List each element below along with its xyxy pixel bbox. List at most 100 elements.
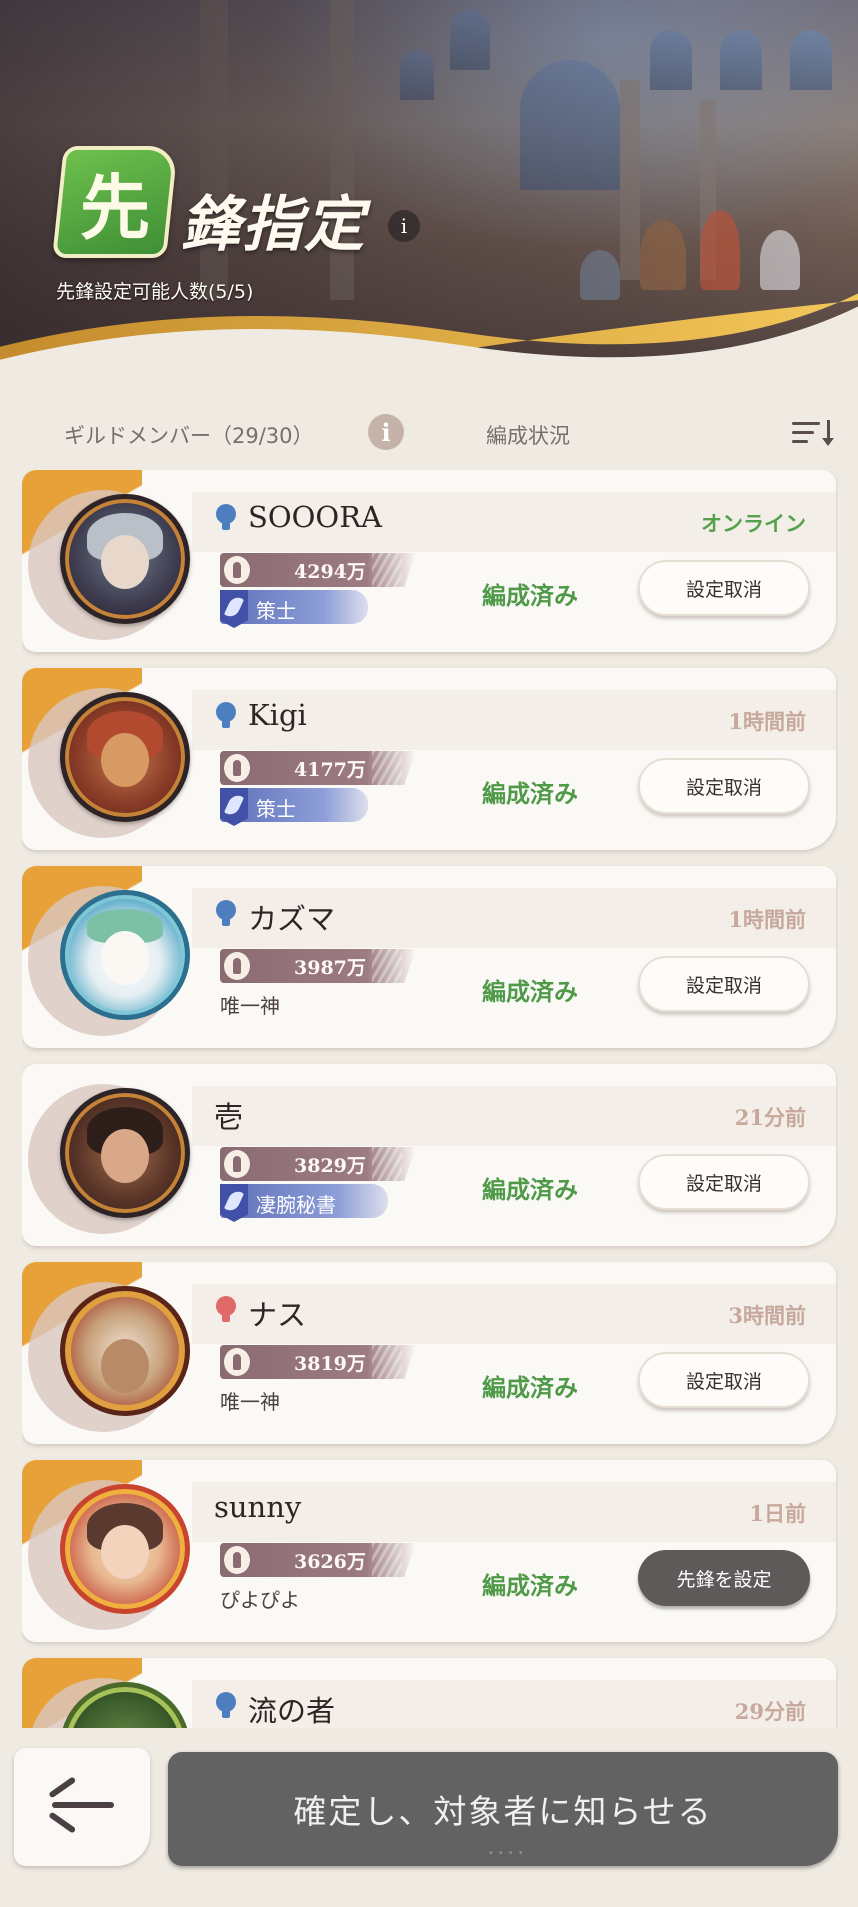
back-arrow-icon bbox=[52, 1802, 114, 1808]
power-icon bbox=[224, 952, 250, 980]
member-list[interactable]: SOOORA オンライン 4294万 策士 編成済み 設定取消 Kigi 1時間… bbox=[22, 470, 838, 1728]
power-icon bbox=[224, 1348, 250, 1376]
power-value: 4294万 bbox=[294, 561, 366, 583]
power-bar: 4294万 bbox=[220, 553, 416, 587]
power-value: 3819万 bbox=[294, 1353, 366, 1375]
formation-status: 編成済み bbox=[482, 978, 578, 1006]
male-icon bbox=[214, 702, 238, 730]
avatar-face bbox=[101, 733, 149, 787]
last-seen: 1日前 bbox=[749, 1501, 806, 1526]
role-label: 凄腕秘書 bbox=[256, 1193, 336, 1217]
member-card[interactable]: カズマ 1時間前 3987万 唯一神 編成済み 設定取消 bbox=[22, 866, 836, 1048]
male-icon bbox=[214, 504, 238, 532]
role-tag: 凄腕秘書 bbox=[220, 1184, 388, 1222]
power-bar: 3829万 bbox=[220, 1147, 416, 1181]
last-seen: 1時間前 bbox=[728, 709, 806, 734]
avatar-face bbox=[101, 535, 149, 589]
power-bar: 3626万 bbox=[220, 1543, 416, 1577]
power-bar: 4177万 bbox=[220, 751, 416, 785]
avatar-emblem bbox=[101, 1339, 149, 1393]
male-icon bbox=[214, 900, 238, 928]
avatar[interactable] bbox=[60, 890, 190, 1020]
formation-status: 編成済み bbox=[482, 1572, 578, 1600]
info-icon[interactable]: i bbox=[388, 210, 420, 242]
power-value: 4177万 bbox=[294, 759, 366, 781]
avatar[interactable] bbox=[60, 1088, 190, 1218]
power-icon bbox=[224, 754, 250, 782]
formation-status: 編成済み bbox=[482, 780, 578, 808]
member-title: 唯一神 bbox=[220, 1390, 280, 1414]
role-tag: 策士 bbox=[220, 788, 368, 826]
page-title: 鋒指定 bbox=[180, 190, 366, 260]
cancel-vanguard-button[interactable]: 設定取消 bbox=[638, 956, 810, 1012]
header-banner: 先 鋒指定 i 先鋒設定可能人数(5/5) bbox=[0, 0, 858, 410]
sort-line bbox=[792, 440, 808, 443]
member-name: ナス bbox=[248, 1298, 307, 1332]
avatar[interactable] bbox=[60, 1286, 190, 1416]
cancel-vanguard-button[interactable]: 設定取消 bbox=[638, 560, 810, 616]
members-info-icon[interactable]: i bbox=[368, 414, 404, 450]
confirm-notify-button[interactable]: 確定し、対象者に知らせる •••• bbox=[168, 1752, 838, 1866]
member-name: Kigi bbox=[248, 698, 307, 732]
avatar-face bbox=[101, 1129, 149, 1183]
cancel-vanguard-button[interactable]: 設定取消 bbox=[638, 1352, 810, 1408]
member-name: 流の者 bbox=[248, 1694, 336, 1728]
confirm-dots: •••• bbox=[488, 1848, 528, 1859]
formation-status-label: 編成状況 bbox=[486, 424, 570, 448]
power-value: 3829万 bbox=[294, 1155, 366, 1177]
role-label: 策士 bbox=[256, 599, 296, 623]
cancel-vanguard-button[interactable]: 設定取消 bbox=[638, 758, 810, 814]
sort-arrow bbox=[822, 420, 834, 446]
avatar[interactable] bbox=[60, 494, 190, 624]
last-seen: 29分前 bbox=[734, 1699, 806, 1724]
role-label: 策士 bbox=[256, 797, 296, 821]
member-card[interactable]: 流の者 29分前 bbox=[22, 1658, 836, 1728]
power-icon bbox=[224, 1546, 250, 1574]
member-title: ぴよぴよ bbox=[220, 1588, 300, 1612]
member-name: 壱 bbox=[214, 1100, 244, 1134]
power-value: 3987万 bbox=[294, 957, 366, 979]
member-card[interactable]: sunny 1日前 3626万 ぴよぴよ 編成済み 先鋒を設定 bbox=[22, 1460, 836, 1642]
column-header: ギルドメンバー（29/30） i 編成状況 bbox=[0, 410, 858, 450]
last-seen: 1時間前 bbox=[728, 907, 806, 932]
male-icon bbox=[214, 1692, 238, 1720]
avatar-face bbox=[101, 931, 149, 985]
online-status: オンライン bbox=[701, 512, 806, 536]
power-value: 3626万 bbox=[294, 1551, 366, 1573]
role-tag: 策士 bbox=[220, 590, 368, 628]
title-badge: 先 bbox=[52, 146, 178, 258]
guild-members-label: ギルドメンバー（29/30） bbox=[64, 424, 314, 448]
cancel-vanguard-button[interactable]: 設定取消 bbox=[638, 1154, 810, 1210]
info-icon-glyph: i bbox=[400, 214, 408, 238]
quill-icon bbox=[220, 590, 248, 628]
avatar[interactable] bbox=[60, 692, 190, 822]
member-card[interactable]: Kigi 1時間前 4177万 策士 編成済み 設定取消 bbox=[22, 668, 836, 850]
member-title: 唯一神 bbox=[220, 994, 280, 1018]
back-button[interactable] bbox=[14, 1748, 150, 1866]
member-name: カズマ bbox=[248, 902, 336, 936]
member-card[interactable]: 壱 21分前 3829万 凄腕秘書 編成済み 設定取消 bbox=[22, 1064, 836, 1246]
last-seen: 21分前 bbox=[734, 1105, 806, 1130]
footer: 確定し、対象者に知らせる •••• bbox=[0, 1728, 858, 1907]
formation-status: 編成済み bbox=[482, 1374, 578, 1402]
sort-line bbox=[792, 431, 814, 434]
female-icon bbox=[214, 1296, 238, 1324]
power-icon bbox=[224, 556, 250, 584]
avatar-face bbox=[101, 1525, 149, 1579]
member-card[interactable]: ナス 3時間前 3819万 唯一神 編成済み 設定取消 bbox=[22, 1262, 836, 1444]
member-card[interactable]: SOOORA オンライン 4294万 策士 編成済み 設定取消 bbox=[22, 470, 836, 652]
last-seen: 3時間前 bbox=[728, 1303, 806, 1328]
sort-icon[interactable] bbox=[792, 418, 836, 448]
formation-status: 編成済み bbox=[482, 1176, 578, 1204]
member-name: SOOORA bbox=[248, 500, 382, 534]
power-icon bbox=[224, 1150, 250, 1178]
power-bar: 3987万 bbox=[220, 949, 416, 983]
confirm-notify-label: 確定し、対象者に知らせる bbox=[293, 1792, 713, 1831]
member-name: sunny bbox=[214, 1490, 302, 1524]
quill-icon bbox=[220, 1184, 248, 1222]
avatar[interactable] bbox=[60, 1484, 190, 1614]
sort-line bbox=[792, 422, 820, 425]
set-vanguard-button[interactable]: 先鋒を設定 bbox=[638, 1550, 810, 1606]
formation-status: 編成済み bbox=[482, 582, 578, 610]
title-badge-char: 先 bbox=[80, 165, 150, 249]
